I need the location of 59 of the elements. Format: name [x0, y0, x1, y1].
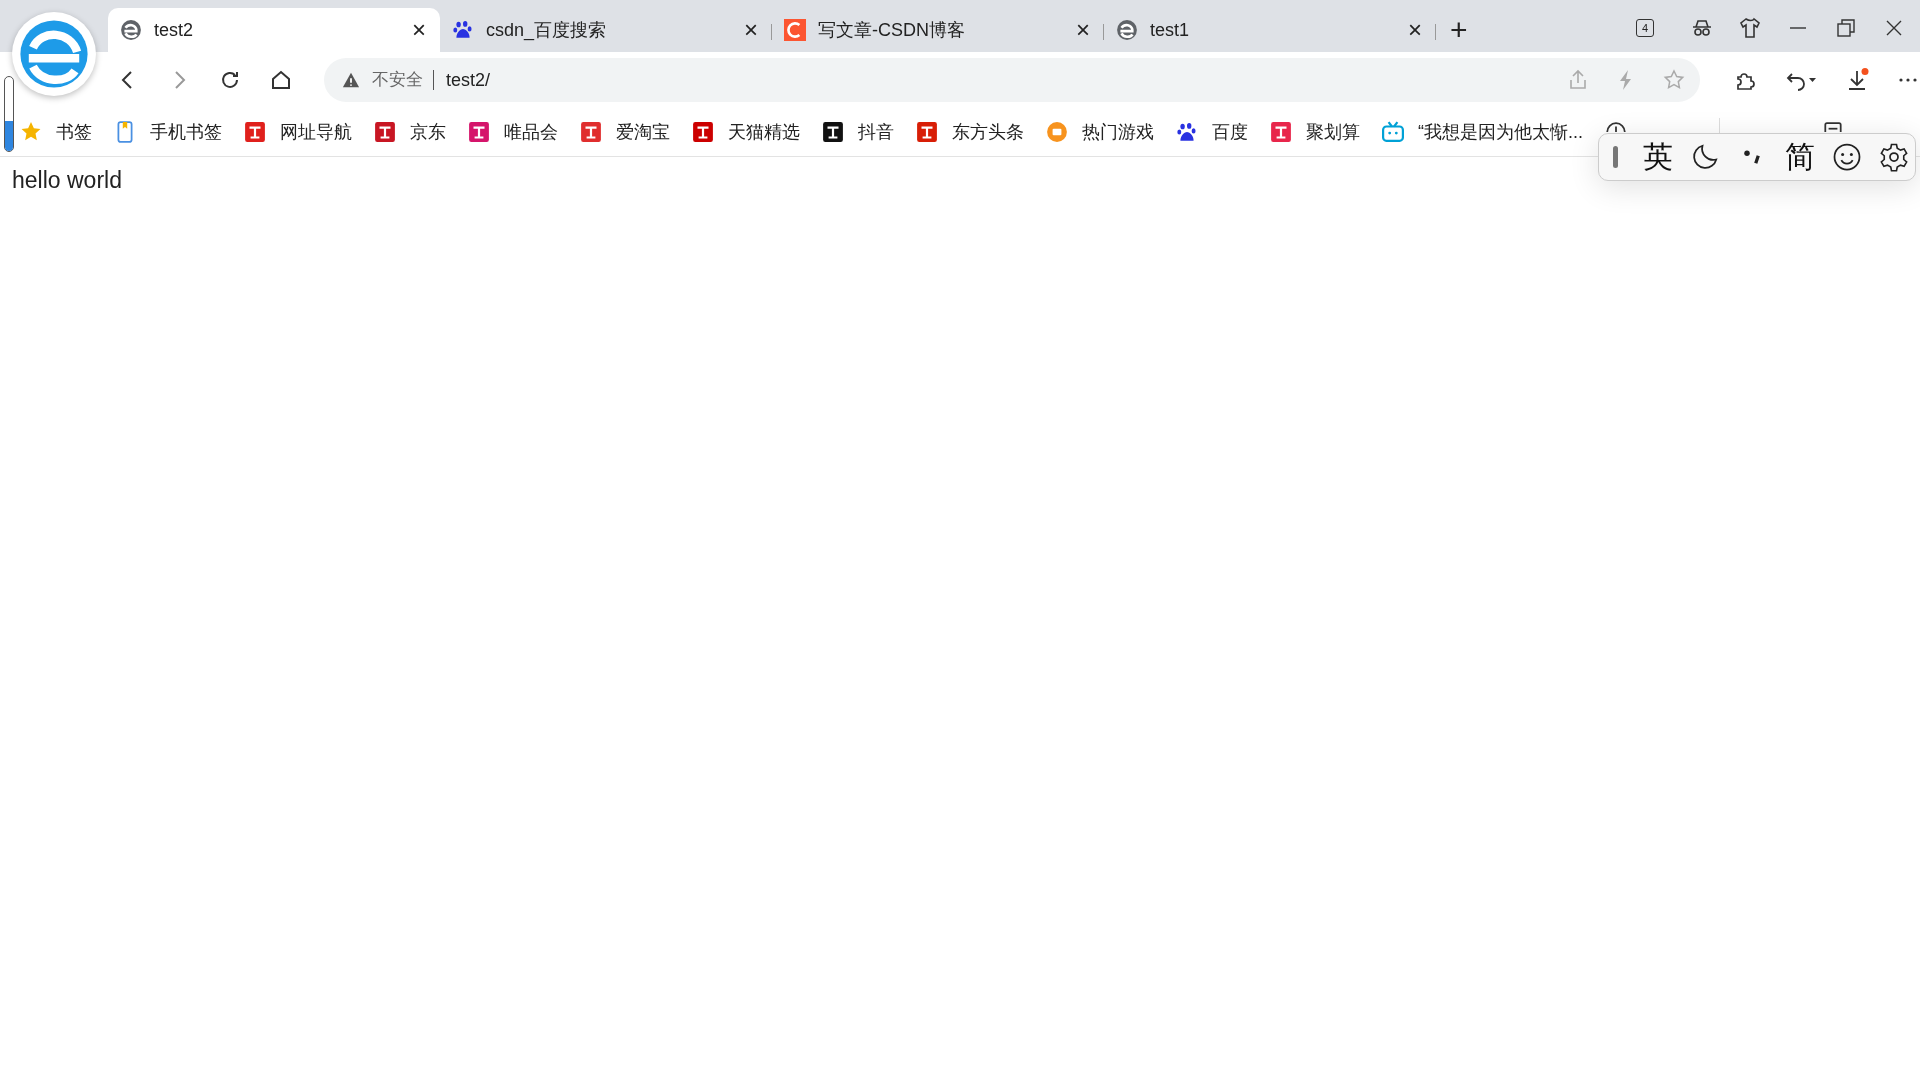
bookmark-label: 书签 — [56, 121, 92, 144]
bookmark-item[interactable]: 爱淘宝 — [580, 120, 670, 144]
browser-tab[interactable]: test1 × — [1104, 8, 1436, 52]
close-tab-button[interactable]: × — [744, 18, 758, 42]
bookmark-item[interactable]: 抖音 — [822, 120, 894, 144]
bookmark-item[interactable]: 手机书签 — [114, 120, 222, 144]
bookmark-label: 网址导航 — [280, 121, 352, 144]
bookmark-item[interactable]: 天猫精选 — [692, 120, 800, 144]
bookmark-label: 京东 — [410, 121, 446, 144]
close-tab-button[interactable]: × — [1408, 18, 1422, 42]
tab-title: test1 — [1150, 19, 1191, 41]
close-tab-button[interactable]: × — [412, 18, 426, 42]
square-logo-icon — [784, 19, 806, 41]
browser-tab[interactable]: 写文章-CSDN博客 × — [772, 8, 1104, 52]
side-handle[interactable] — [4, 76, 14, 152]
bookmark-item[interactable]: 聚划算 — [1270, 120, 1360, 144]
browser-logo-icon — [1116, 19, 1138, 41]
star-icon[interactable] — [1662, 68, 1686, 92]
bookmark-label: 聚划算 — [1306, 121, 1360, 144]
close-tab-button[interactable]: × — [1076, 18, 1090, 42]
bookmark-item[interactable]: 京东 — [374, 120, 446, 144]
bookmark-label: 抖音 — [858, 121, 894, 144]
browser-tab[interactable]: csdn_百度搜索 × — [440, 8, 772, 52]
address-bar[interactable]: 不安全 test2/ — [324, 58, 1700, 102]
bookmark-label: 唯品会 — [504, 121, 558, 144]
home-icon[interactable] — [269, 68, 293, 92]
security-label: 不安全 — [372, 70, 434, 90]
script-toggle[interactable]: 简 — [1784, 136, 1815, 178]
bookmark-label: 手机书签 — [150, 121, 222, 144]
bookmark-label: “我想是因为他太惭... — [1418, 121, 1583, 144]
bookmark-item[interactable]: 东方头条 — [916, 120, 1024, 144]
bookmark-label: 热门游戏 — [1082, 121, 1154, 144]
tab-count-button[interactable]: 4 — [1636, 19, 1654, 37]
browser-logo-icon — [120, 19, 142, 41]
smiley-icon[interactable] — [1831, 142, 1862, 172]
warning-icon — [342, 71, 360, 89]
bookmark-item[interactable]: 唯品会 — [468, 120, 558, 144]
new-tab-button[interactable]: + — [1450, 8, 1468, 52]
browser-tab[interactable]: test2 × — [108, 8, 440, 52]
bookmark-label: 天猫精选 — [728, 121, 800, 144]
url-text: test2/ — [446, 69, 491, 91]
bookmark-label: 东方头条 — [952, 121, 1024, 144]
bookmark-label: 爱淘宝 — [616, 121, 670, 144]
tab-title: 写文章-CSDN博客 — [818, 19, 966, 42]
page-text: hello world — [12, 167, 123, 194]
bookmark-item[interactable]: “我想是因为他太惭... — [1382, 120, 1583, 144]
bookmark-item[interactable]: 百度 — [1176, 120, 1248, 144]
restore-icon[interactable] — [1834, 16, 1858, 40]
language-toggle[interactable]: 英 — [1643, 136, 1674, 178]
bookmark-item[interactable]: 网址导航 — [244, 120, 352, 144]
paw-icon — [452, 19, 474, 41]
bookmark-item[interactable]: 热门游戏 — [1046, 120, 1154, 144]
settings-icon[interactable] — [1878, 142, 1909, 172]
bookmark-item[interactable]: 书签 — [20, 120, 92, 144]
tab-title: csdn_百度搜索 — [486, 19, 608, 42]
bookmark-label: 百度 — [1212, 121, 1248, 144]
tab-title: test2 — [154, 19, 195, 41]
drag-handle[interactable] — [1613, 146, 1618, 168]
shirt-icon[interactable] — [1738, 16, 1762, 40]
